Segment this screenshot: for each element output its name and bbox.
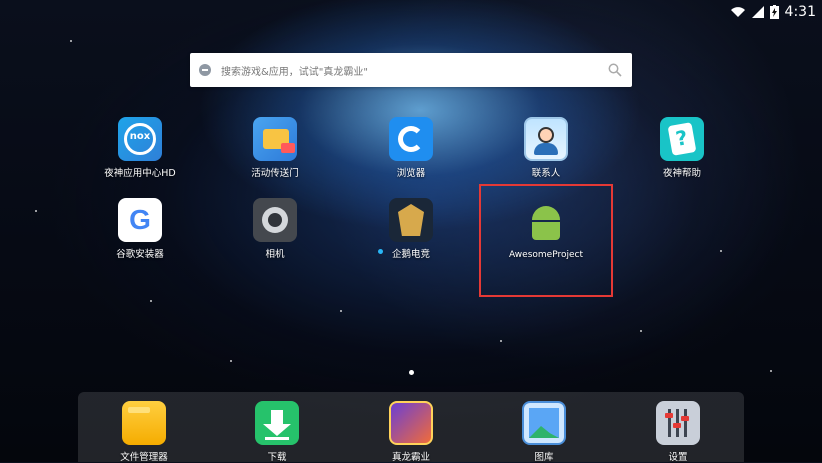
contacts-icon <box>524 117 568 161</box>
nox-help-icon <box>660 117 704 161</box>
dock: 文件管理器 下载 真龙霸业 图库 设置 <box>78 392 744 463</box>
status-bar: 4:31 <box>730 3 816 21</box>
app-label: 相机 <box>265 249 285 260</box>
dock-game[interactable]: 真龙霸业 <box>356 401 466 463</box>
highlight-box <box>479 184 613 297</box>
signal-icon <box>751 6 764 18</box>
app-label: 浏览器 <box>396 168 426 179</box>
file-manager-icon <box>122 401 166 445</box>
dock-label: 图库 <box>534 452 554 463</box>
gallery-icon <box>522 401 566 445</box>
app-nox-app-center[interactable]: nox 夜神应用中心HD <box>85 117 195 179</box>
search-placeholder: 搜索游戏&应用，试试"真龙霸业" <box>221 66 368 78</box>
app-label: 企鹅电竞 <box>391 249 430 260</box>
google-letter: G <box>129 204 151 235</box>
wifi-icon <box>730 7 745 17</box>
settings-icon <box>656 401 700 445</box>
dock-label: 下载 <box>267 452 287 463</box>
app-label: 夜神帮助 <box>662 168 701 179</box>
app-camera[interactable]: 相机 <box>220 198 330 260</box>
search-icon[interactable] <box>608 63 622 77</box>
download-icon <box>255 401 299 445</box>
clock: 4:31 <box>784 4 816 20</box>
app-label: 联系人 <box>531 168 561 179</box>
app-nox-help[interactable]: 夜神帮助 <box>627 117 737 179</box>
app-label: 活动传送门 <box>251 168 299 179</box>
app-label: 谷歌安装器 <box>116 249 164 260</box>
dock-gallery[interactable]: 图库 <box>489 401 599 463</box>
app-label: 夜神应用中心HD <box>104 168 176 179</box>
app-event-portal[interactable]: 活动传送门 <box>220 117 330 179</box>
browser-icon <box>389 117 433 161</box>
camera-icon <box>253 198 297 242</box>
game-icon <box>389 401 433 445</box>
app-contacts[interactable]: 联系人 <box>491 117 601 179</box>
google-installer-icon: G <box>118 198 162 242</box>
penguin-esports-icon <box>389 198 433 242</box>
dock-settings[interactable]: 设置 <box>623 401 733 463</box>
search-provider-icon <box>199 64 211 76</box>
dock-download[interactable]: 下载 <box>222 401 332 463</box>
dock-label: 真龙霸业 <box>391 452 430 463</box>
app-browser[interactable]: 浏览器 <box>356 117 466 179</box>
battery-charging-icon <box>769 5 779 19</box>
page-indicator-dot[interactable] <box>409 370 414 375</box>
app-penguin-esports[interactable]: 企鹅电竞 <box>356 198 466 260</box>
dock-file-manager[interactable]: 文件管理器 <box>89 401 199 463</box>
new-install-dot <box>378 249 383 254</box>
dock-label: 文件管理器 <box>120 452 168 463</box>
dock-label: 设置 <box>668 452 688 463</box>
nox-app-center-icon: nox <box>118 117 162 161</box>
nox-icon-text: nox <box>129 131 151 142</box>
event-portal-icon <box>253 117 297 161</box>
search-bar[interactable]: 搜索游戏&应用，试试"真龙霸业" <box>190 53 632 87</box>
app-google-installer[interactable]: G 谷歌安装器 <box>85 198 195 260</box>
